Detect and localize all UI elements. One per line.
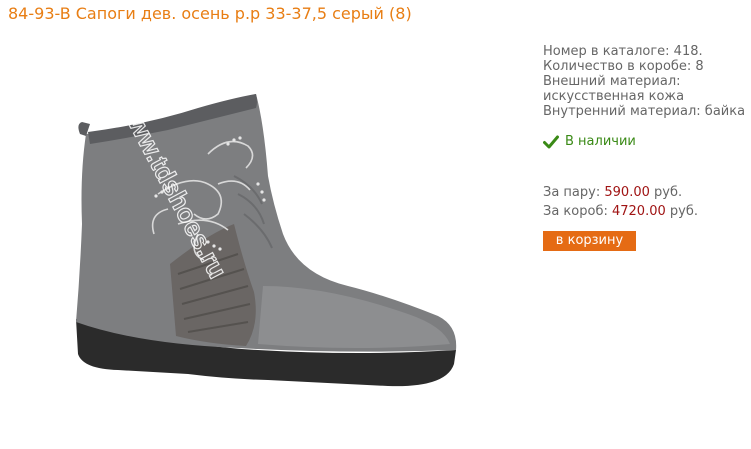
price-pair-row: За пару: 590.00 руб.	[543, 183, 698, 202]
price-pair-currency: руб.	[654, 185, 683, 200]
price-box-currency: руб.	[669, 204, 698, 219]
price-pair-value: 590.00	[604, 185, 650, 200]
outer-material-value: искусственная кожа	[543, 89, 685, 104]
outer-material-label: Внешний материал:	[543, 74, 681, 89]
price-box-value: 4720.00	[611, 204, 666, 219]
stock-status: В наличии	[543, 134, 636, 149]
inner-material: Внутренний материал: байка	[543, 104, 746, 119]
add-to-cart-button[interactable]: в корзину	[543, 231, 636, 251]
stock-text: В наличии	[565, 134, 636, 149]
product-photo: www.tdshoes.ru	[76, 91, 457, 387]
product-title: 84-93-B Сапоги дев. осень р.р 33-37,5 се…	[8, 4, 412, 23]
price-block: За пару: 590.00 руб. За короб: 4720.00 р…	[543, 183, 698, 221]
product-info: Номер в каталоге: 418. Количество в коро…	[543, 44, 745, 119]
price-box-label: За короб:	[543, 204, 608, 219]
price-box-row: За короб: 4720.00 руб.	[543, 202, 698, 221]
catalog-number: Номер в каталоге: 418.	[543, 44, 703, 59]
box-quantity: Количество в коробе: 8	[543, 59, 704, 74]
price-pair-label: За пару:	[543, 185, 601, 200]
checkmark-icon	[543, 135, 559, 148]
